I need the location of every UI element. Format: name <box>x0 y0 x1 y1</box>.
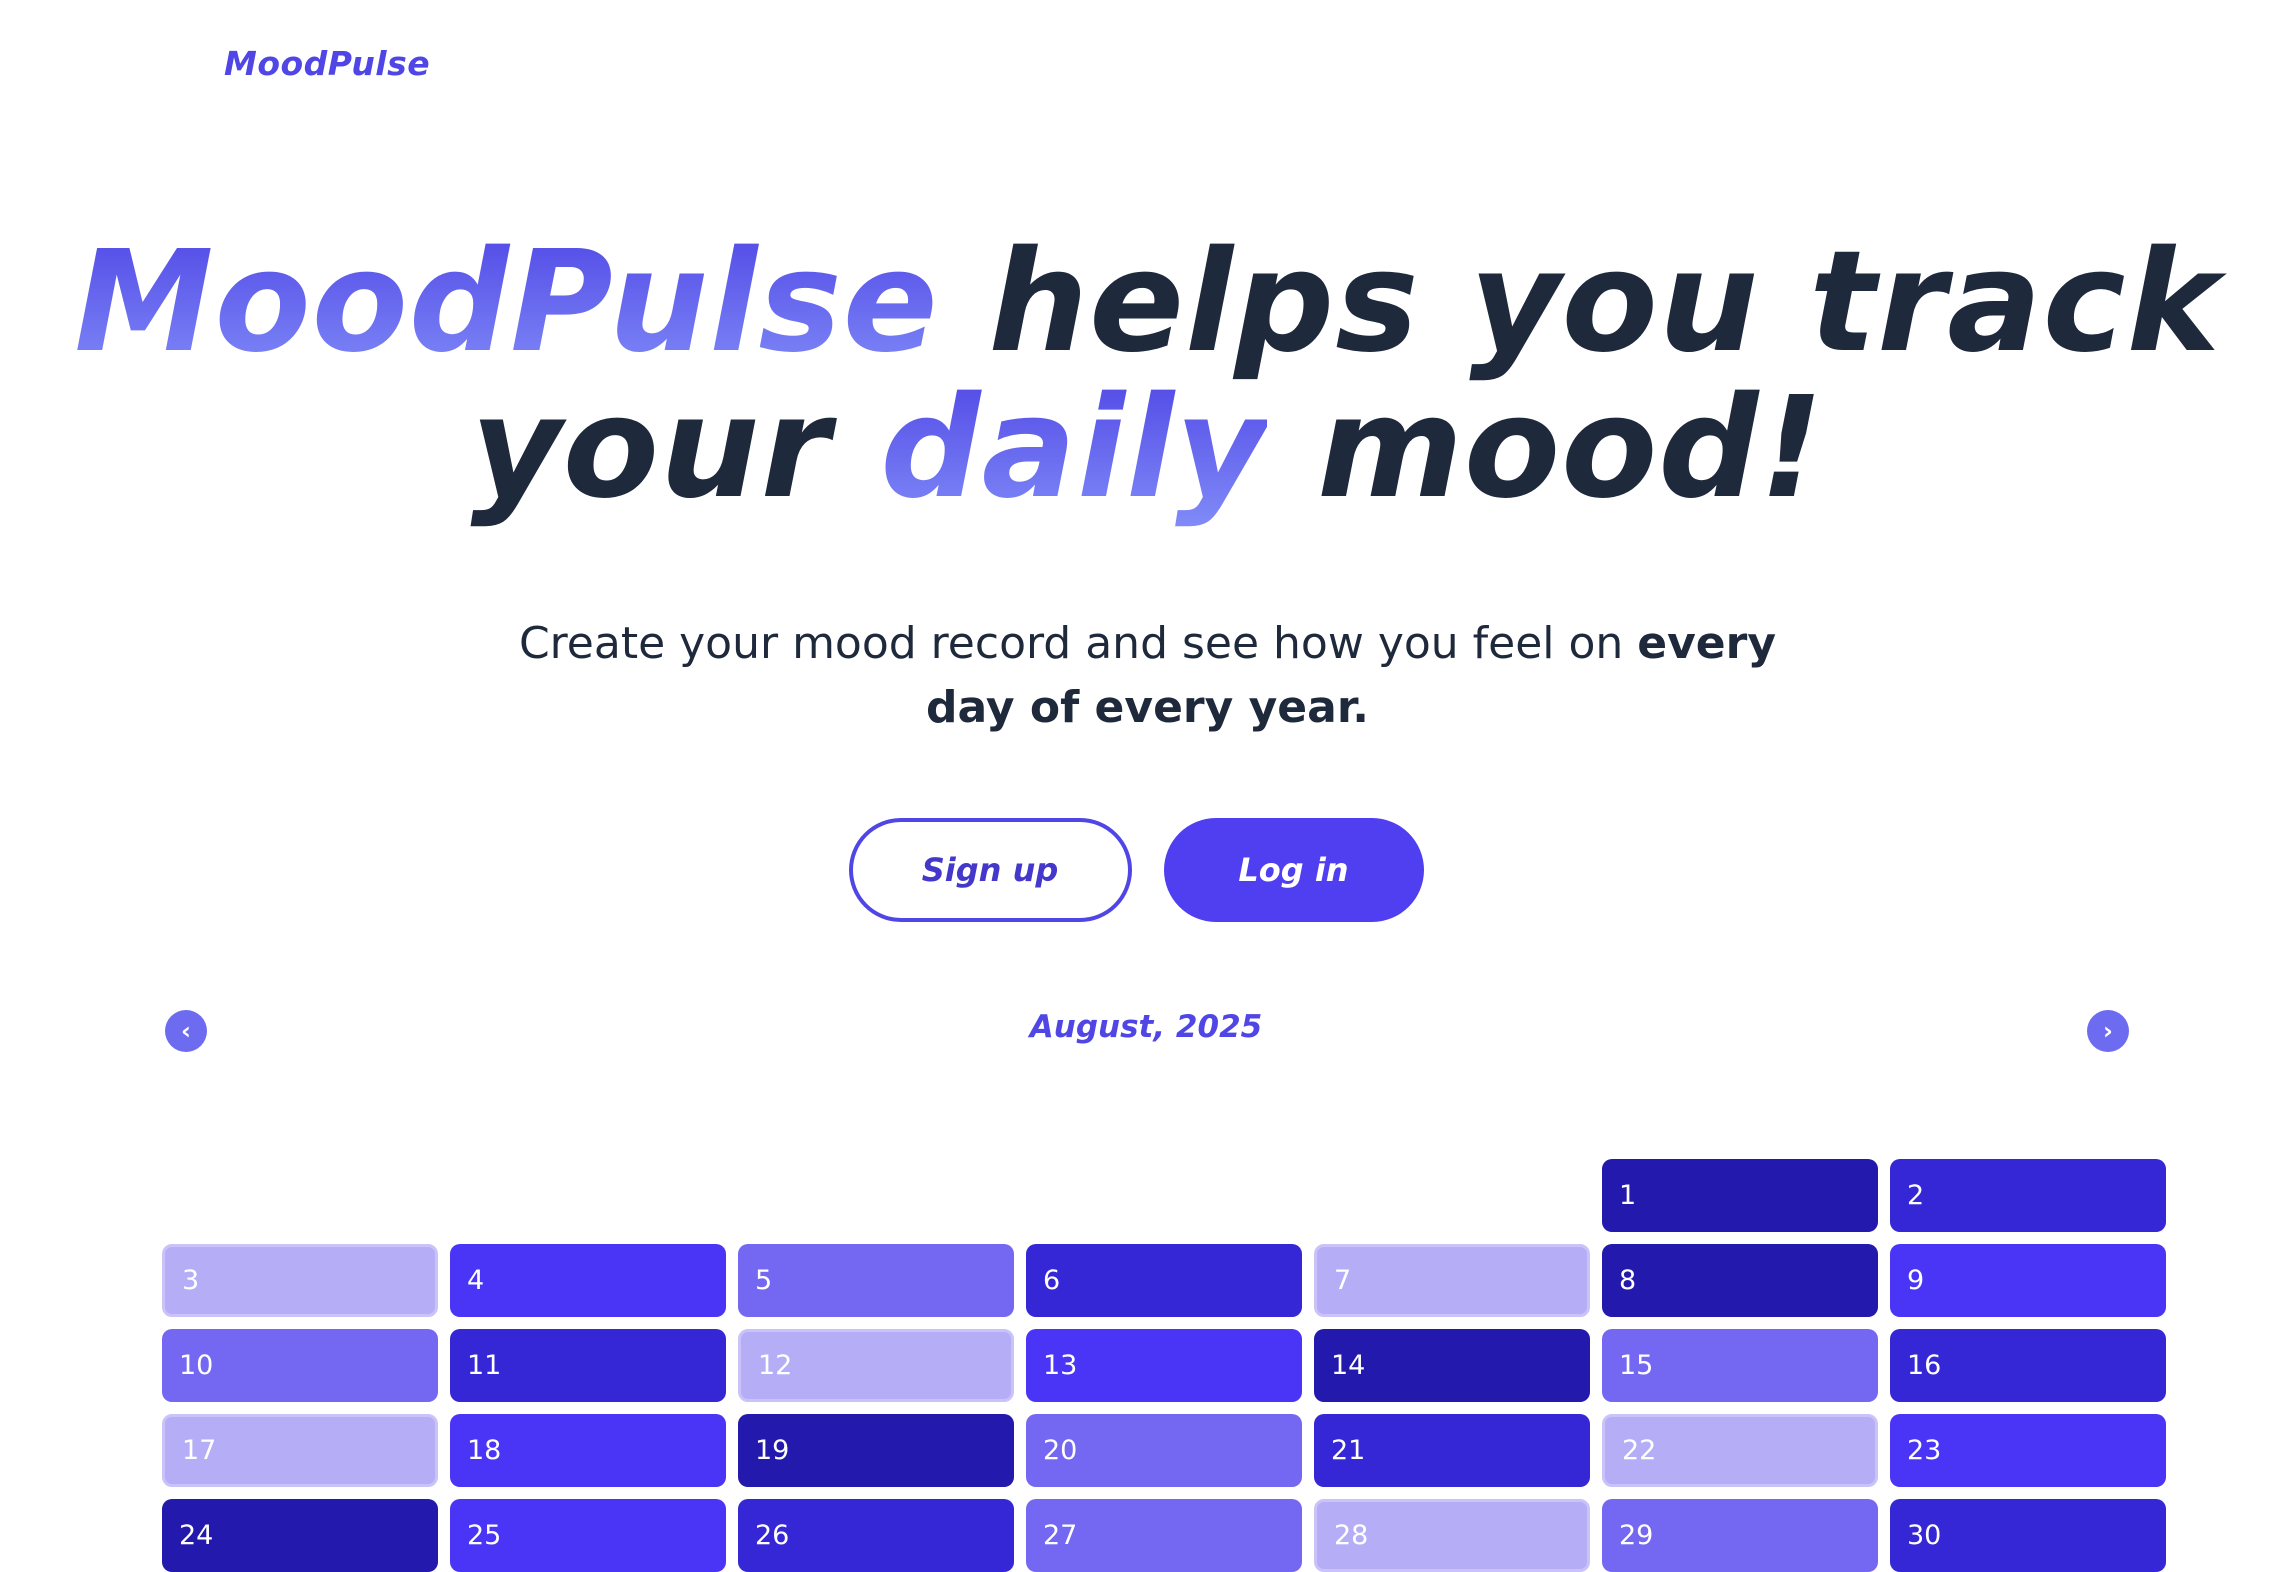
chevron-right-icon[interactable]: › <box>2087 1010 2129 1052</box>
calendar-day-number: 27 <box>1043 1520 1078 1551</box>
calendar-day-number: 17 <box>182 1435 217 1466</box>
headline-end: mood! <box>1267 367 1825 530</box>
calendar-day-13[interactable]: 13 <box>1026 1329 1302 1402</box>
calendar-day-number: 23 <box>1907 1435 1942 1466</box>
calendar-day-15[interactable]: 15 <box>1602 1329 1878 1402</box>
calendar-empty-cell <box>738 1159 1014 1232</box>
calendar-empty-cell <box>1314 1159 1590 1232</box>
calendar-day-number: 16 <box>1907 1350 1942 1381</box>
calendar-day-3[interactable]: 3 <box>162 1244 438 1317</box>
headline-your: your <box>470 367 881 530</box>
calendar-day-number: 10 <box>179 1350 214 1381</box>
month-title: August, 2025 <box>1029 1009 1263 1045</box>
calendar-day-24[interactable]: 24 <box>162 1499 438 1572</box>
subtitle-plain: Create your mood record and see how you … <box>518 618 1638 669</box>
calendar-day-number: 6 <box>1043 1265 1061 1296</box>
calendar-day-number: 2 <box>1907 1180 1925 1211</box>
calendar-day-6[interactable]: 6 <box>1026 1244 1302 1317</box>
hero-section: MoodPulse helps you track your daily moo… <box>0 230 2295 522</box>
calendar-empty-cell <box>450 1159 726 1232</box>
calendar-day-22[interactable]: 22 <box>1602 1414 1878 1487</box>
calendar-day-29[interactable]: 29 <box>1602 1499 1878 1572</box>
subtitle-bold-2: day of every year. <box>926 682 1369 733</box>
calendar-day-number: 3 <box>182 1265 200 1296</box>
calendar-day-18[interactable]: 18 <box>450 1414 726 1487</box>
calendar-day-11[interactable]: 11 <box>450 1329 726 1402</box>
calendar-day-number: 7 <box>1334 1265 1352 1296</box>
calendar-day-number: 11 <box>467 1350 502 1381</box>
calendar-day-number: 25 <box>467 1520 502 1551</box>
hero-subtitle: Create your mood record and see how you … <box>0 612 2295 740</box>
login-button[interactable]: Log in <box>1163 818 1424 922</box>
calendar-day-28[interactable]: 28 <box>1314 1499 1590 1572</box>
calendar-day-10[interactable]: 10 <box>162 1329 438 1402</box>
headline-daily: daily <box>880 367 1268 530</box>
headline-brand: MoodPulse <box>74 221 939 384</box>
subtitle-bold-1: every <box>1637 618 1777 669</box>
calendar-day-16[interactable]: 16 <box>1890 1329 2166 1402</box>
calendar-day-number: 29 <box>1619 1520 1654 1551</box>
calendar-day-7[interactable]: 7 <box>1314 1244 1590 1317</box>
calendar-empty-cell <box>1026 1159 1302 1232</box>
calendar-day-19[interactable]: 19 <box>738 1414 1014 1487</box>
calendar-day-9[interactable]: 9 <box>1890 1244 2166 1317</box>
calendar-day-1[interactable]: 1 <box>1602 1159 1878 1232</box>
calendar-day-number: 5 <box>755 1265 773 1296</box>
calendar-day-number: 9 <box>1907 1265 1925 1296</box>
calendar-day-8[interactable]: 8 <box>1602 1244 1878 1317</box>
subtitle-line-2: day of every year. <box>0 676 2295 740</box>
calendar-day-number: 13 <box>1043 1350 1078 1381</box>
calendar-day-number: 20 <box>1043 1435 1078 1466</box>
calendar-day-21[interactable]: 21 <box>1314 1414 1590 1487</box>
headline-part1: helps you track <box>938 221 2221 384</box>
landing-page: MoodPulse MoodPulse helps you track your… <box>0 0 2295 1572</box>
calendar-day-number: 22 <box>1622 1435 1657 1466</box>
calendar-day-26[interactable]: 26 <box>738 1499 1014 1572</box>
calendar-day-25[interactable]: 25 <box>450 1499 726 1572</box>
calendar-day-14[interactable]: 14 <box>1314 1329 1590 1402</box>
calendar-day-number: 14 <box>1331 1350 1366 1381</box>
calendar-day-2[interactable]: 2 <box>1890 1159 2166 1232</box>
calendar-day-number: 21 <box>1331 1435 1366 1466</box>
month-navigation: ‹ August, 2025 › <box>163 1005 2129 1055</box>
calendar-day-number: 28 <box>1334 1520 1369 1551</box>
calendar-day-20[interactable]: 20 <box>1026 1414 1302 1487</box>
calendar-day-number: 1 <box>1619 1180 1637 1211</box>
subtitle-line-1: Create your mood record and see how you … <box>0 612 2295 676</box>
calendar-day-30[interactable]: 30 <box>1890 1499 2166 1572</box>
auth-buttons: Sign up Log in <box>0 818 2295 922</box>
calendar-day-5[interactable]: 5 <box>738 1244 1014 1317</box>
calendar-day-4[interactable]: 4 <box>450 1244 726 1317</box>
calendar-day-number: 8 <box>1619 1265 1637 1296</box>
brand-logo[interactable]: MoodPulse <box>224 44 430 83</box>
calendar-day-number: 18 <box>467 1435 502 1466</box>
calendar-day-17[interactable]: 17 <box>162 1414 438 1487</box>
calendar-empty-cell <box>162 1159 438 1232</box>
calendar-day-12[interactable]: 12 <box>738 1329 1014 1402</box>
calendar-day-number: 12 <box>758 1350 793 1381</box>
signup-button[interactable]: Sign up <box>848 818 1132 922</box>
calendar-day-number: 26 <box>755 1520 790 1551</box>
calendar-day-number: 4 <box>467 1265 485 1296</box>
calendar-day-number: 24 <box>179 1520 214 1551</box>
calendar-day-number: 15 <box>1619 1350 1654 1381</box>
hero-headline: MoodPulse helps you track your daily moo… <box>0 230 2295 522</box>
mood-calendar: 1 2 3 4 5 6 7 8 9 10 11 12 13 14 15 16 17 18 19 20 21 22 23 24 2… <box>162 1159 2166 1572</box>
calendar-day-23[interactable]: 23 <box>1890 1414 2166 1487</box>
calendar-day-27[interactable]: 27 <box>1026 1499 1302 1572</box>
calendar-day-number: 19 <box>755 1435 790 1466</box>
calendar-day-number: 30 <box>1907 1520 1942 1551</box>
